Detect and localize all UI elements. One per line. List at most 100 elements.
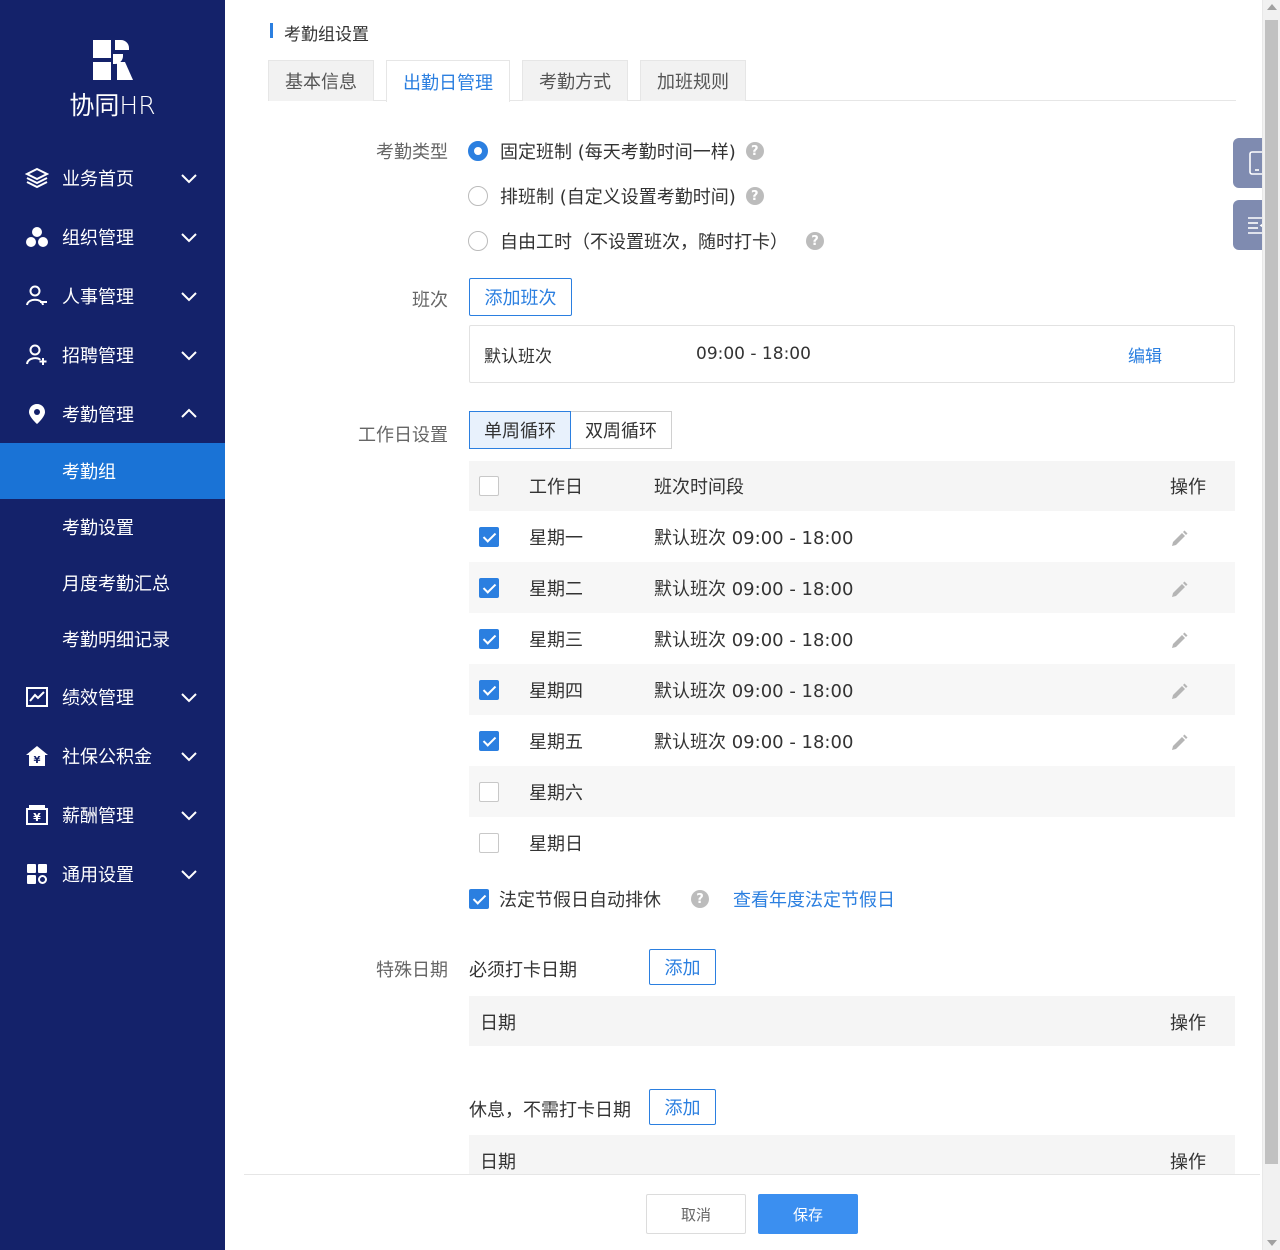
tab-workday-management[interactable]: 出勤日管理 (386, 60, 510, 102)
day-cell: 星期四 (529, 680, 583, 702)
add-must-clock-button[interactable]: 添加 (649, 949, 716, 985)
chevron-up-icon (181, 408, 197, 418)
table-row: 星期一 默认班次 09:00 - 18:00 (469, 511, 1235, 562)
holiday-auto-label: 法定节假日自动排休 (499, 890, 661, 911)
main-panel: 考勤组设置 基本信息 出勤日管理 考勤方式 加班规则 考勤类型 固定班制 (每天… (244, 0, 1260, 1250)
col-header-time: 班次时间段 (654, 477, 744, 498)
sidebar-item-recruit[interactable]: 招聘管理 (0, 325, 225, 384)
help-icon[interactable]: ? (745, 142, 764, 160)
help-icon[interactable]: ? (745, 187, 764, 205)
select-all-checkbox[interactable] (479, 476, 499, 496)
edit-shift-link[interactable]: 编辑 (1128, 342, 1162, 367)
must-clock-title: 必须打卡日期 (469, 960, 577, 981)
chevron-down-icon (181, 350, 197, 360)
row-checkbox[interactable] (479, 832, 499, 853)
tab-basic-info[interactable]: 基本信息 (268, 60, 374, 101)
sidebar-item-org[interactable]: 组织管理 (0, 207, 225, 266)
must-clock-table-header: 日期 操作 (469, 996, 1235, 1046)
radio-circle-icon (468, 141, 488, 161)
tab-attendance-method[interactable]: 考勤方式 (522, 60, 628, 101)
table-row: 星期五 默认班次 09:00 - 18:00 (469, 715, 1235, 766)
col-header-day: 工作日 (529, 477, 583, 498)
scrollbar-thumb[interactable] (1265, 20, 1278, 1164)
table-row: 星期日 (469, 817, 1235, 868)
shift-time: 09:00 - 18:00 (696, 344, 811, 364)
radio-label: 固定班制 (每天考勤时间一样) (500, 142, 736, 163)
tab-bar: 基本信息 出勤日管理 考勤方式 加班规则 (268, 60, 1236, 102)
pencil-icon[interactable] (1169, 529, 1189, 549)
row-checkbox[interactable] (479, 679, 499, 700)
brand-logo[interactable]: 协同HR (0, 40, 225, 122)
row-checkbox[interactable] (479, 781, 499, 802)
chevron-down-icon (181, 751, 197, 761)
sidebar-item-label: 人事管理 (62, 286, 134, 308)
sidebar-item-general-settings[interactable]: 通用设置 (0, 844, 225, 903)
sidebar-item-social-security[interactable]: ¥ 社保公积金 (0, 726, 225, 785)
rest-dates-title: 休息，不需打卡日期 (469, 1100, 631, 1121)
scroll-up-icon[interactable] (1267, 4, 1277, 10)
sidebar-item-label: 绩效管理 (62, 687, 134, 709)
pencil-icon[interactable] (1169, 733, 1189, 753)
single-week-cycle-button[interactable]: 单周循环 (469, 411, 571, 449)
pencil-icon[interactable] (1169, 682, 1189, 702)
sidebar-item-label: 社保公积金 (62, 746, 152, 768)
add-rest-date-button[interactable]: 添加 (649, 1089, 716, 1125)
sidebar-subitem-attendance-settings[interactable]: 考勤设置 (0, 499, 225, 555)
day-cell: 星期六 (529, 782, 583, 804)
attendance-type-label: 考勤类型 (376, 142, 448, 163)
pencil-icon[interactable] (1169, 631, 1189, 651)
tab-overtime-rules[interactable]: 加班规则 (640, 60, 746, 101)
row-checkbox[interactable] (479, 577, 499, 598)
sidebar-item-label: 通用设置 (62, 864, 134, 886)
sidebar-subitem-detail-records[interactable]: 考勤明细记录 (0, 611, 225, 667)
day-cell: 星期三 (529, 629, 583, 651)
radio-flexible-hours[interactable]: 自由工时（不设置班次，随时打卡） ? (468, 228, 824, 254)
house-yen-icon: ¥ (24, 743, 50, 769)
sidebar-item-hr[interactable]: 人事管理 (0, 266, 225, 325)
pencil-icon[interactable] (1169, 580, 1189, 600)
sidebar-item-label: 招聘管理 (62, 345, 134, 367)
col-header-op: 操作 (1170, 477, 1206, 498)
shift-card: 默认班次 09:00 - 18:00 编辑 (469, 325, 1235, 383)
row-checkbox[interactable] (479, 730, 499, 751)
table-row: 星期四 默认班次 09:00 - 18:00 (469, 664, 1235, 715)
radio-fixed-shift[interactable]: 固定班制 (每天考勤时间一样) ? (468, 138, 764, 164)
wallet-yen-icon: ¥ (24, 802, 50, 828)
cycle-toggle: 单周循环 双周循环 (469, 411, 672, 449)
add-shift-button[interactable]: 添加班次 (469, 278, 572, 316)
view-holidays-link[interactable]: 查看年度法定节假日 (733, 886, 895, 912)
table-row: 星期六 (469, 766, 1235, 817)
brand-name: 协同HR (69, 91, 156, 120)
chevron-down-icon (181, 291, 197, 301)
holiday-auto-checkbox[interactable] (469, 889, 489, 909)
sidebar-subitem-monthly-summary[interactable]: 月度考勤汇总 (0, 555, 225, 611)
sidebar-item-home[interactable]: 业务首页 (0, 148, 225, 207)
shift-label: 班次 (412, 290, 448, 311)
person-icon (24, 283, 50, 309)
time-cell: 默认班次 09:00 - 18:00 (654, 527, 854, 549)
sidebar-item-performance[interactable]: 绩效管理 (0, 667, 225, 726)
row-checkbox[interactable] (479, 526, 499, 547)
holiday-auto-rest: 法定节假日自动排休 ? 查看年度法定节假日 (469, 886, 895, 912)
chart-icon (24, 684, 50, 710)
save-button[interactable]: 保存 (758, 1194, 858, 1234)
radio-scheduled-shift[interactable]: 排班制 (自定义设置考勤时间) ? (468, 183, 764, 209)
radio-circle-icon (468, 231, 488, 251)
col-header-date: 日期 (480, 1152, 516, 1173)
help-icon[interactable]: ? (806, 232, 824, 250)
help-icon[interactable]: ? (691, 890, 709, 908)
day-cell: 星期二 (529, 578, 583, 600)
sidebar-item-payroll[interactable]: ¥ 薪酬管理 (0, 785, 225, 844)
time-cell: 默认班次 09:00 - 18:00 (654, 680, 854, 702)
sidebar-subitem-attendance-group[interactable]: 考勤组 (0, 443, 225, 499)
row-checkbox[interactable] (479, 628, 499, 649)
scroll-down-icon[interactable] (1267, 1240, 1277, 1246)
vertical-scrollbar[interactable] (1262, 0, 1280, 1250)
layers-icon (24, 165, 50, 191)
chevron-down-icon (181, 173, 197, 183)
cancel-button[interactable]: 取消 (646, 1194, 746, 1234)
double-week-cycle-button[interactable]: 双周循环 (571, 411, 672, 449)
sidebar-item-attendance[interactable]: 考勤管理 (0, 384, 225, 443)
radio-label: 自由工时（不设置班次，随时打卡） (500, 232, 788, 253)
sidebar-item-label: 考勤管理 (62, 404, 134, 426)
